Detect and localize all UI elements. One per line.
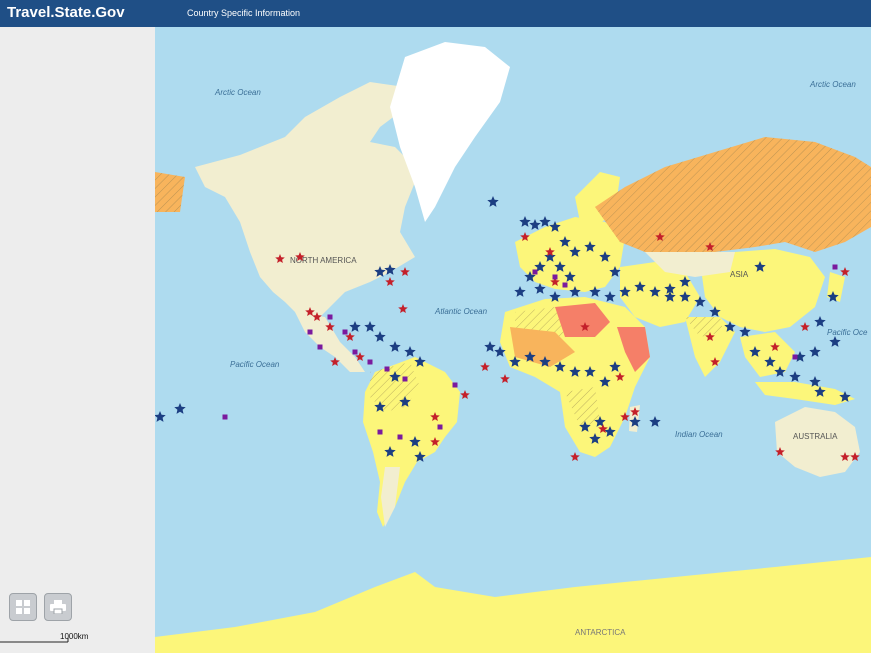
consulate-square-marker[interactable] bbox=[377, 429, 383, 435]
consulate-square-marker[interactable] bbox=[384, 366, 390, 372]
grid-icon bbox=[16, 600, 30, 614]
consulate-square-marker[interactable] bbox=[402, 376, 408, 382]
label-indian-ocean: Indian Ocean bbox=[675, 430, 723, 439]
world-map[interactable]: Arctic Ocean Arctic Ocean NORTH AMERICA … bbox=[155, 27, 871, 653]
consulate-square-marker[interactable] bbox=[342, 329, 348, 335]
consulate-square-marker[interactable] bbox=[792, 354, 798, 360]
consulate-square-marker[interactable] bbox=[437, 424, 443, 430]
label-antarctica: ANTARCTICA bbox=[575, 628, 626, 637]
print-button[interactable] bbox=[44, 593, 72, 621]
consulate-square-marker[interactable] bbox=[367, 359, 373, 365]
top-header-bar: Travel.State.Gov Country Specific Inform… bbox=[0, 0, 871, 27]
label-arctic-ocean-east: Arctic Ocean bbox=[809, 80, 856, 89]
left-sidebar-panel bbox=[0, 27, 155, 653]
country-specific-information-link[interactable]: Country Specific Information bbox=[187, 8, 300, 18]
label-australia: AUSTRALIA bbox=[793, 432, 838, 441]
print-icon bbox=[50, 600, 66, 614]
consulate-square-marker[interactable] bbox=[317, 344, 323, 350]
site-brand-link[interactable]: Travel.State.Gov bbox=[7, 4, 125, 21]
grid-view-button[interactable] bbox=[9, 593, 37, 621]
label-pacific-ocean-east: Pacific Oce bbox=[827, 328, 868, 337]
scale-bar-label: 1000km bbox=[60, 632, 89, 641]
consulate-square-marker[interactable] bbox=[307, 329, 313, 335]
consulate-square-marker[interactable] bbox=[552, 274, 558, 280]
label-atlantic-ocean: Atlantic Ocean bbox=[434, 307, 488, 316]
consulate-square-marker[interactable] bbox=[352, 349, 358, 355]
consulate-square-marker[interactable] bbox=[832, 264, 838, 270]
consulate-square-marker[interactable] bbox=[397, 434, 403, 440]
label-pacific-ocean-west: Pacific Ocean bbox=[230, 360, 280, 369]
consulate-square-marker[interactable] bbox=[452, 382, 458, 388]
consulate-square-marker[interactable] bbox=[222, 414, 228, 420]
alaska-hatch bbox=[155, 172, 185, 212]
label-arctic-ocean-west: Arctic Ocean bbox=[214, 88, 261, 97]
label-asia: ASIA bbox=[730, 270, 749, 279]
consulate-square-marker[interactable] bbox=[532, 269, 538, 275]
consulate-square-marker[interactable] bbox=[562, 282, 568, 288]
consulate-square-marker[interactable] bbox=[327, 314, 333, 320]
